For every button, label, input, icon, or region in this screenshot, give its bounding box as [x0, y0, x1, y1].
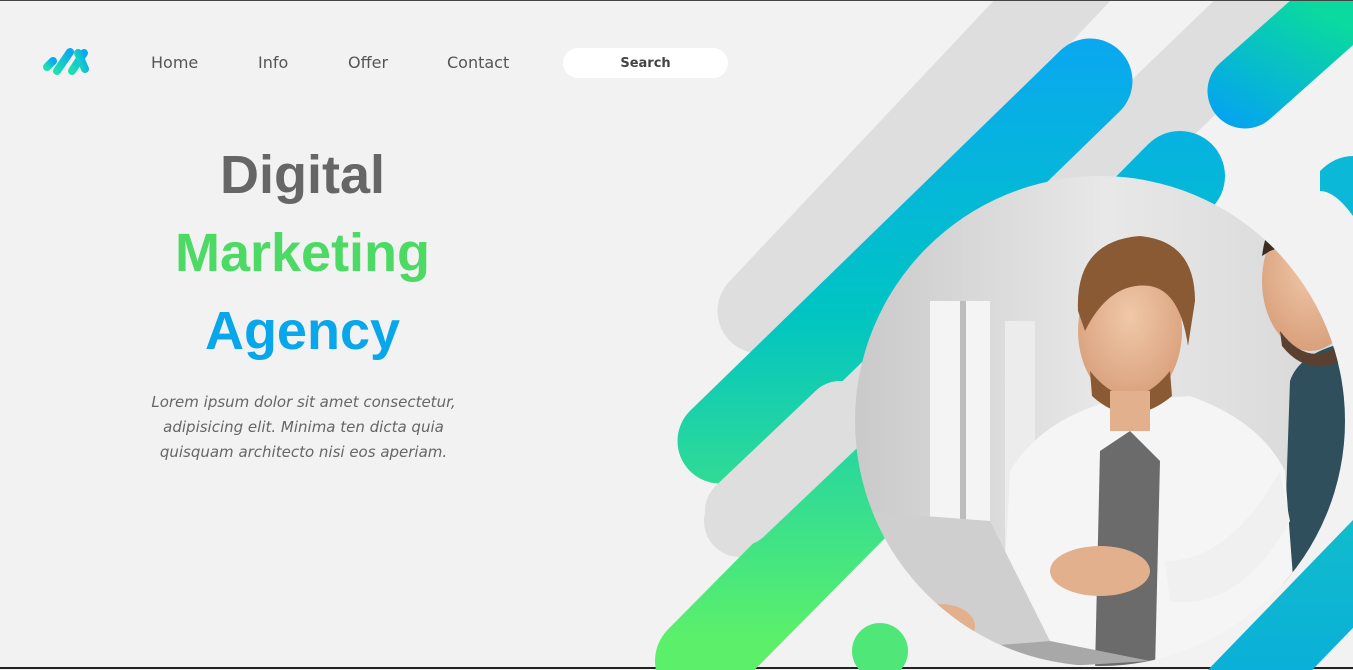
hero-artwork: [655, 1, 1353, 670]
